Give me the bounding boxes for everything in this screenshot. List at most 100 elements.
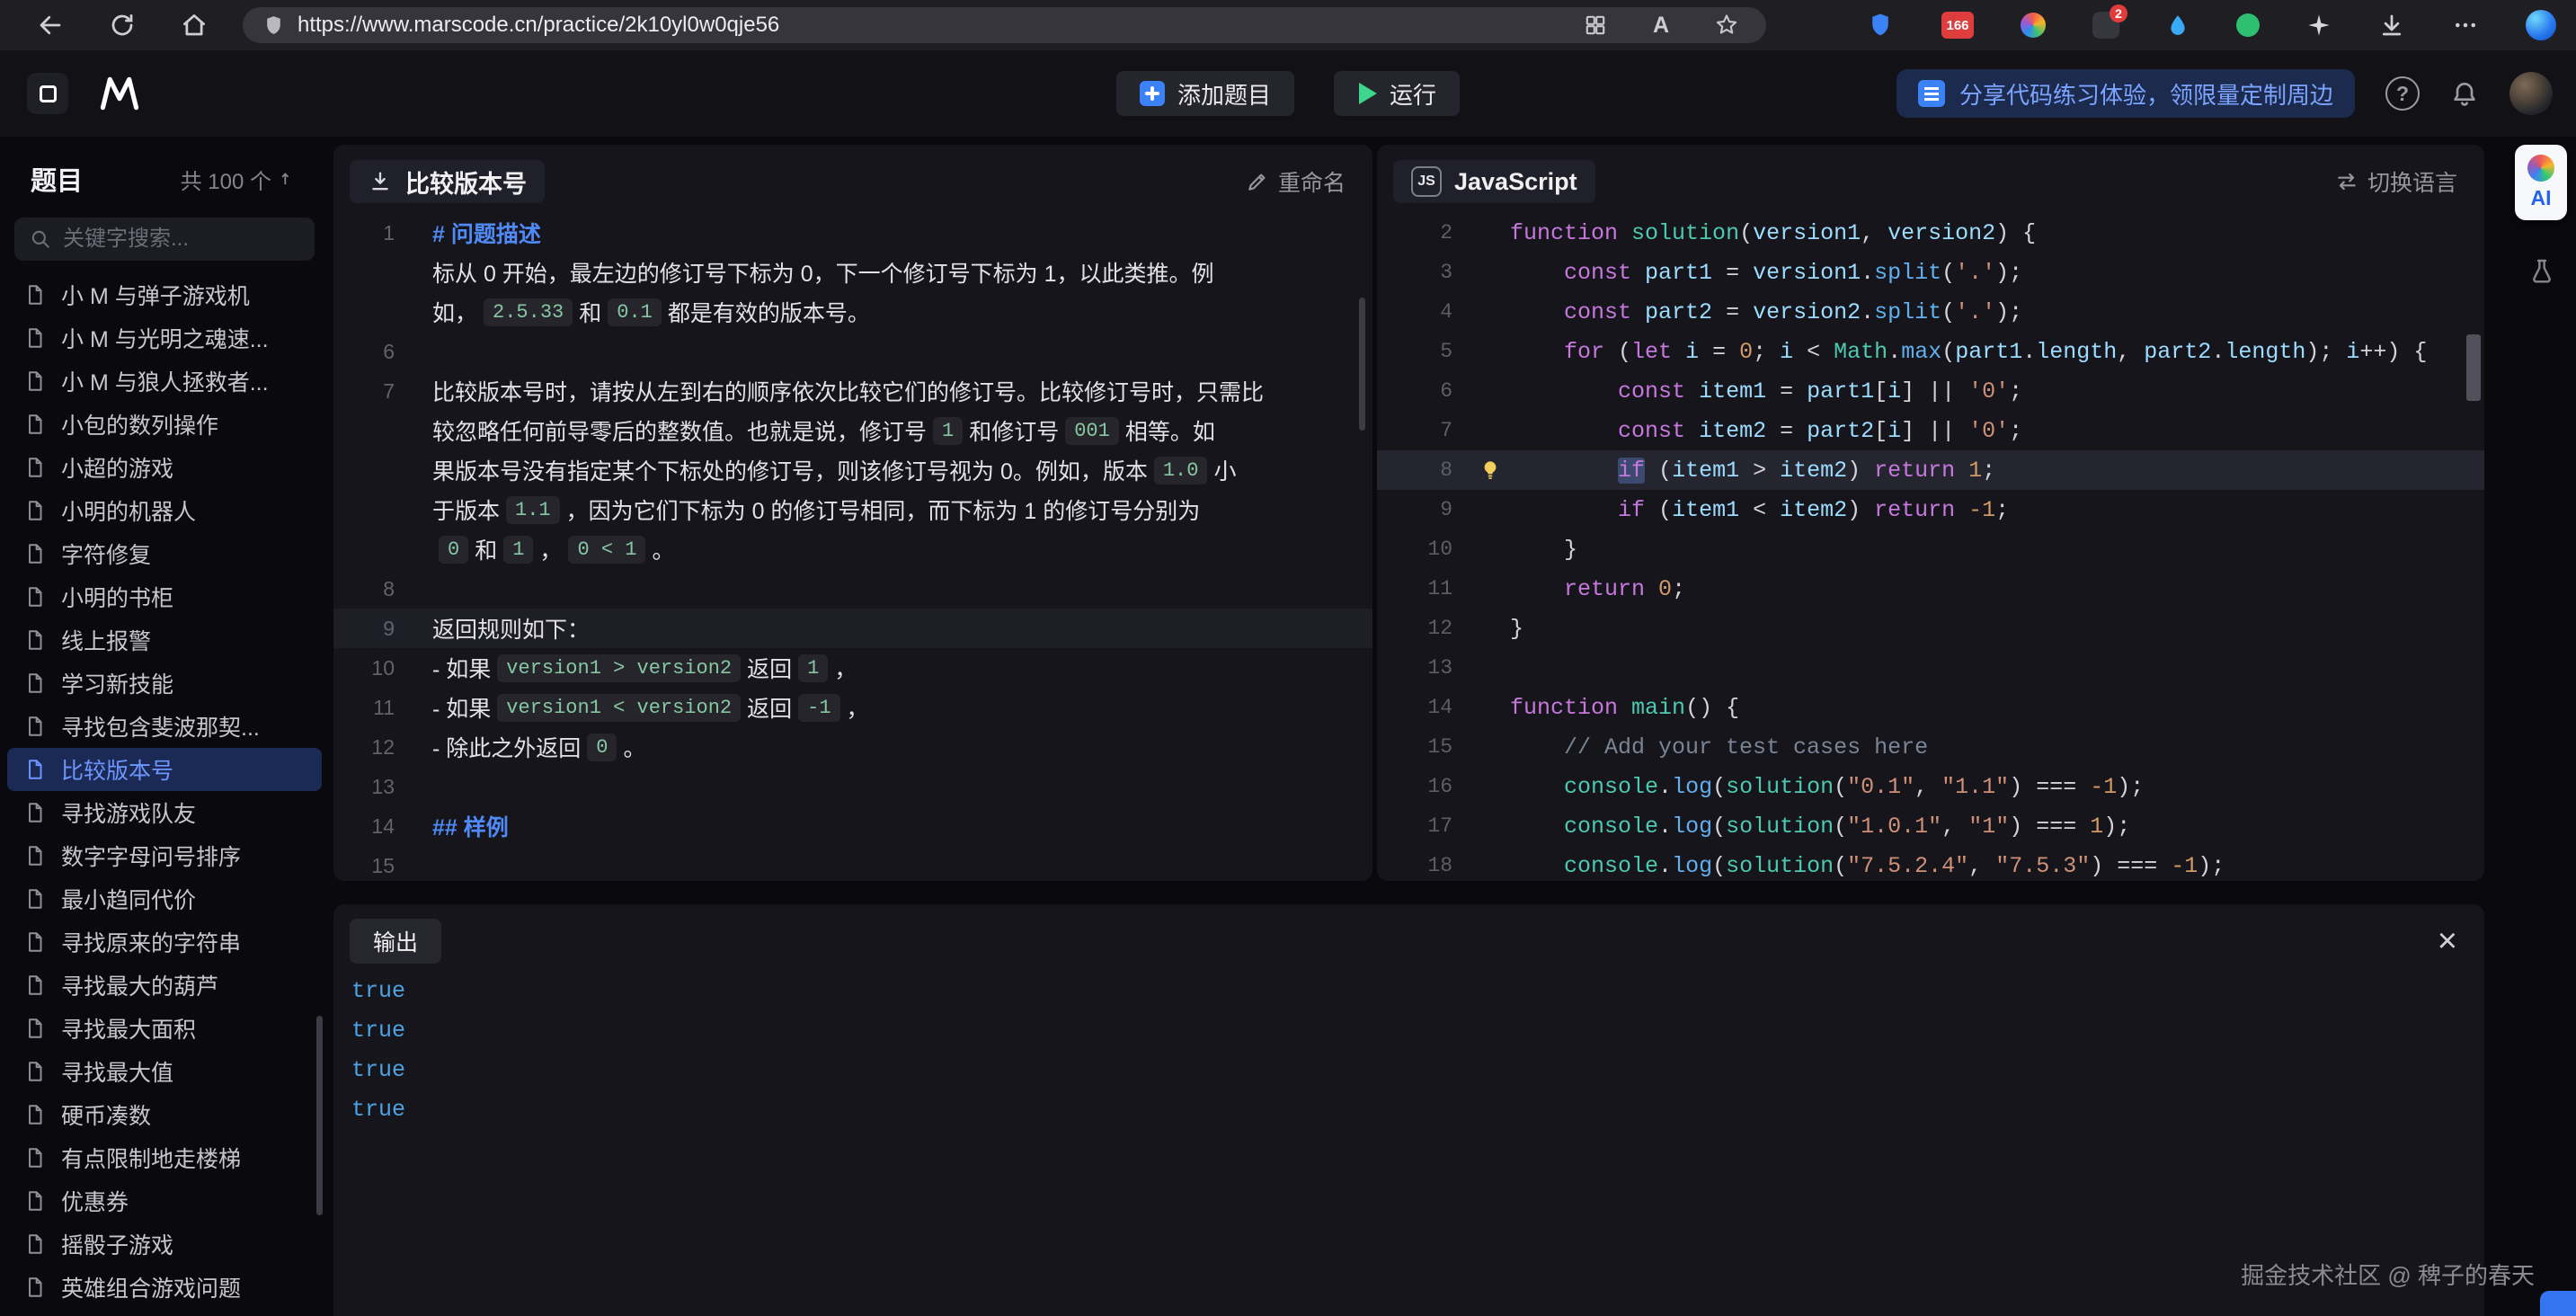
language-chip[interactable]: JS JavaScript	[1393, 160, 1595, 203]
read-aloud-icon[interactable]: A	[1653, 13, 1669, 39]
add-problem-button[interactable]: 添加题目	[1116, 71, 1294, 116]
doc-line-text: 返回规则如下：	[420, 609, 1372, 648]
sidebar-item[interactable]: 小明的书柜	[7, 575, 322, 618]
sidebar-item[interactable]: 硬币凑数	[7, 1093, 322, 1136]
description-scrollbar[interactable]	[1359, 298, 1365, 431]
switch-language-button[interactable]: 切换语言	[2335, 165, 2457, 198]
avatar[interactable]	[2509, 72, 2553, 115]
address-bar[interactable]: https://www.marscode.cn/practice/2k10yl0…	[243, 7, 1766, 43]
line-number: 11	[1377, 577, 1470, 600]
sidebar-item[interactable]: 学习新技能	[7, 662, 322, 705]
problem-title-chip[interactable]: 比较版本号	[350, 160, 545, 203]
doc-line-text	[420, 846, 1372, 881]
code-line[interactable]: 15 // Add your test cases here	[1377, 727, 2484, 767]
document-icon	[23, 628, 47, 652]
sidebar-item[interactable]: 小 M 与狼人拯救者...	[7, 360, 322, 403]
code-line[interactable]: 7 const item2 = part2[i] || '0';	[1377, 411, 2484, 450]
sidebar-item[interactable]: 最小趋同代价	[7, 877, 322, 920]
share-banner[interactable]: 分享代码练习体验，领限量定制周边	[1896, 69, 2355, 118]
code-line[interactable]: 10 }	[1377, 529, 2484, 569]
sidebar-item[interactable]: 小包的数列操作	[7, 403, 322, 446]
browser-logo-icon[interactable]	[2526, 10, 2556, 40]
sidebar-item[interactable]: 小明的机器人	[7, 489, 322, 532]
ublock-icon[interactable]: 166	[1941, 12, 1974, 39]
sidebar-item[interactable]: 线上报警	[7, 618, 322, 662]
sidebar-item[interactable]: 寻找最大面积	[7, 1007, 322, 1050]
sidebar-item[interactable]: 优惠券	[7, 1179, 322, 1223]
code-line[interactable]: 12}	[1377, 609, 2484, 648]
doc-line: 标从 0 开始，最左边的修订号下标为 0，下一个修订号下标为 1，以此类推。例	[333, 253, 1372, 292]
adblock-shield-icon[interactable]	[1866, 11, 1895, 40]
sidebar-item[interactable]: 小超的游戏	[7, 446, 322, 489]
run-button[interactable]: 运行	[1334, 71, 1460, 116]
line-number: 10	[1377, 538, 1470, 561]
code-line[interactable]: 6 const item1 = part1[i] || '0';	[1377, 371, 2484, 411]
sidebar-item[interactable]: 寻找包含斐波那契...	[7, 705, 322, 748]
line-number: 11	[333, 696, 420, 720]
ai-assistant-button[interactable]: AI	[2515, 145, 2567, 220]
sidebar-item[interactable]: 小 M 与弹子游戏机	[7, 273, 322, 316]
sidebar-item[interactable]: 英雄组合游戏问题	[7, 1266, 322, 1309]
document-icon	[23, 1232, 47, 1256]
app-logo-mark[interactable]	[27, 73, 68, 114]
code-line[interactable]: 2function solution(version1, version2) {	[1377, 213, 2484, 253]
code-line-text: console.log(solution("1.0.1", "1") === 1…	[1510, 814, 2130, 840]
sidebar-item[interactable]: 小 M 与光明之魂速...	[7, 316, 322, 360]
more-menu-icon[interactable]	[2452, 12, 2479, 39]
browser-toolbar: https://www.marscode.cn/practice/2k10yl0…	[0, 0, 2576, 50]
sidebar-item[interactable]: 摇骰子游戏	[7, 1223, 322, 1266]
refresh-icon[interactable]	[108, 11, 137, 40]
header-right: 分享代码练习体验，领限量定制周边 ?	[1896, 69, 2553, 118]
sidebar-item[interactable]: 寻找原来的字符串	[7, 920, 322, 964]
code-line[interactable]: 18 console.log(solution("7.5.2.4", "7.5.…	[1377, 846, 2484, 881]
document-icon	[23, 283, 47, 307]
code-line[interactable]: 14function main() {	[1377, 688, 2484, 727]
problem-content[interactable]: 1# 问题描述标从 0 开始，最左边的修订号下标为 0，下一个修订号下标为 1，…	[333, 213, 1372, 881]
sidebar-item[interactable]	[7, 1309, 322, 1316]
sidebar-item[interactable]: 数字字母问号排序	[7, 834, 322, 877]
doc-line: 11- 如果 version1 < version2 返回 -1，	[333, 688, 1372, 727]
split-screen-icon[interactable]	[1581, 11, 1610, 40]
sidebar-item[interactable]: 字符修复	[7, 532, 322, 575]
code-line[interactable]: 3 const part1 = version1.split('.');	[1377, 253, 2484, 292]
color-wheel-icon[interactable]	[2021, 13, 2046, 38]
code-line-text: const item2 = part2[i] || '0';	[1510, 418, 2022, 444]
editor-scrollbar[interactable]	[2466, 334, 2481, 401]
chat-extension-icon[interactable]: 2	[2092, 12, 2119, 39]
green-dot-icon[interactable]	[2236, 13, 2260, 37]
sparkle-icon[interactable]	[2306, 13, 2332, 38]
favorite-star-icon[interactable]	[1712, 11, 1741, 40]
code-line[interactable]: 13	[1377, 648, 2484, 688]
code-line[interactable]: 16 console.log(solution("0.1", "1.1") ==…	[1377, 767, 2484, 806]
sidebar-item[interactable]: 寻找最大的葫芦	[7, 964, 322, 1007]
code-line[interactable]: 17 console.log(solution("1.0.1", "1") ==…	[1377, 806, 2484, 846]
document-icon	[23, 456, 47, 479]
sidebar-item-label: 寻找游戏队友	[61, 796, 196, 829]
back-icon[interactable]	[36, 11, 65, 40]
sidebar-scrollbar[interactable]	[316, 1016, 323, 1215]
close-icon[interactable]: ×	[2438, 924, 2457, 958]
code-line[interactable]: 4 const part2 = version2.split('.');	[1377, 292, 2484, 332]
line-number: 15	[333, 854, 420, 878]
code-line[interactable]: 5 for (let i = 0; i < Math.max(part1.len…	[1377, 332, 2484, 371]
code-line[interactable]: 11 return 0;	[1377, 569, 2484, 609]
help-icon[interactable]: ?	[2385, 76, 2420, 111]
search-input[interactable]	[63, 227, 300, 252]
bell-icon[interactable]	[2450, 79, 2479, 108]
downloads-icon[interactable]	[2378, 12, 2405, 39]
output-tab[interactable]: 输出	[350, 919, 441, 964]
sidebar-item[interactable]: 寻找游戏队友	[7, 791, 322, 834]
sort-icon[interactable]	[279, 169, 298, 189]
code-content[interactable]: 2function solution(version1, version2) {…	[1377, 213, 2484, 881]
sidebar-item[interactable]: 有点限制地走楼梯	[7, 1136, 322, 1179]
sidebar-item-selected[interactable]: 比较版本号	[7, 748, 322, 791]
rename-button[interactable]: 重命名	[1246, 165, 1346, 198]
water-drop-icon[interactable]	[2166, 13, 2190, 37]
debug-flask-icon[interactable]	[2527, 257, 2556, 286]
code-line[interactable]: 9 if (item1 < item2) return -1;	[1377, 490, 2484, 529]
quick-fix-bulb-icon[interactable]	[1470, 458, 1510, 482]
sidebar-item[interactable]: 寻找最大值	[7, 1050, 322, 1093]
pencil-icon	[1246, 170, 1269, 193]
code-line[interactable]: 8 if (item1 > item2) return 1;	[1377, 450, 2484, 490]
home-icon[interactable]	[180, 11, 209, 40]
